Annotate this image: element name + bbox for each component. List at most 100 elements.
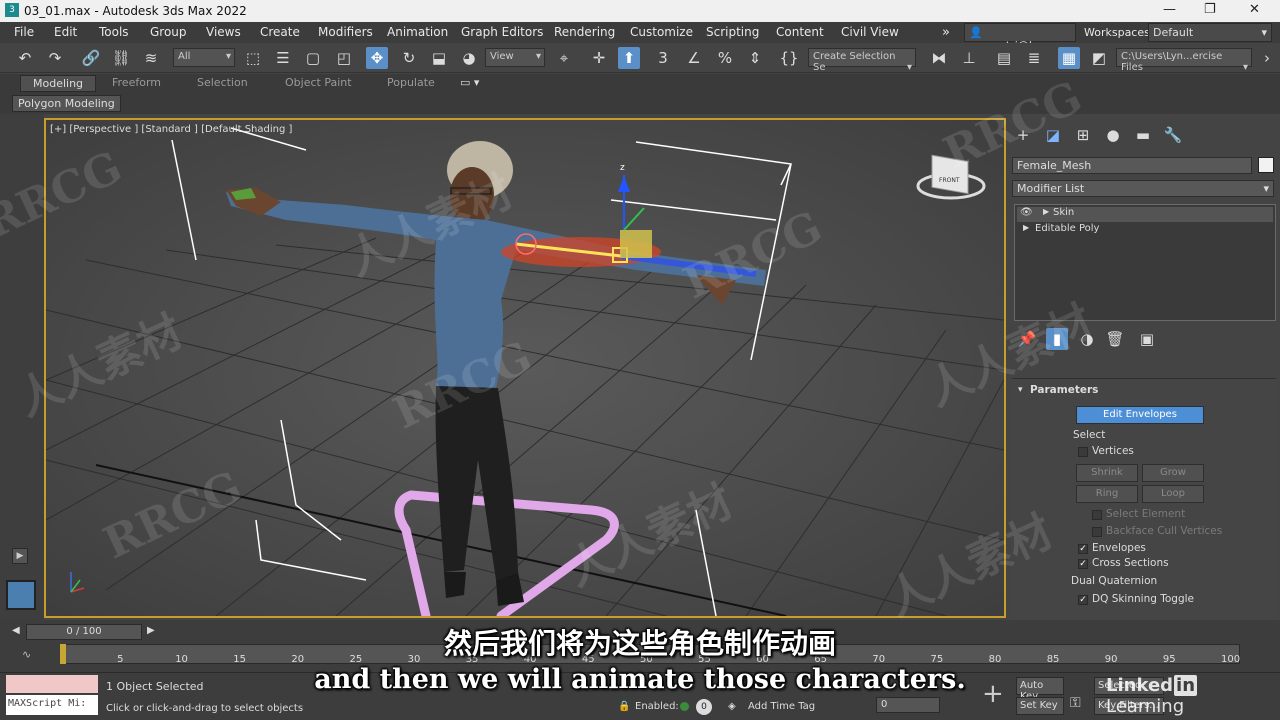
menu-group[interactable]: Group xyxy=(150,25,187,39)
configure-sets-icon[interactable]: ▣ xyxy=(1136,328,1158,350)
menu-modifiers[interactable]: Modifiers xyxy=(318,25,373,39)
menu-graph-editors[interactable]: Graph Editors xyxy=(461,25,543,39)
named-selection-dropdown[interactable]: Create Selection Se ▾ xyxy=(808,48,916,73)
time-tag-icon: ◈ xyxy=(728,701,736,712)
selection-filter-dropdown[interactable]: All ▾ xyxy=(173,48,235,67)
tab-object-paint[interactable]: Object Paint xyxy=(285,76,352,89)
absolute-mode-icon[interactable]: 0 xyxy=(696,699,712,715)
expand-arrow-icon[interactable]: ▶ xyxy=(1023,223,1029,232)
set-key-button[interactable]: Set Key xyxy=(1016,697,1064,715)
keyboard-shortcut-override-icon[interactable]: ⬆ xyxy=(618,47,640,69)
tab-populate[interactable]: Populate xyxy=(387,76,435,89)
menu-scripting[interactable]: Scripting xyxy=(706,25,759,39)
envelopes-checkbox[interactable]: ✓ xyxy=(1078,544,1088,554)
shrink-button[interactable]: Shrink xyxy=(1076,464,1138,482)
toolbar-overflow-icon[interactable]: › xyxy=(1256,47,1278,69)
menu-create[interactable]: Create xyxy=(260,25,300,39)
remove-modifier-icon[interactable]: 🗑 xyxy=(1104,328,1126,350)
spinner-snap-icon[interactable]: ⇕ xyxy=(744,47,766,69)
menu-customize[interactable]: Customize xyxy=(630,25,693,39)
vertices-checkbox[interactable] xyxy=(1078,447,1088,457)
project-folder-dropdown[interactable]: C:\Users\Lyn...ercise Files ▾ xyxy=(1116,48,1252,73)
eye-icon[interactable]: 👁 xyxy=(1020,207,1033,218)
select-element-checkbox[interactable] xyxy=(1092,510,1102,520)
select-manipulate-icon[interactable]: ✛ xyxy=(588,47,610,69)
object-name-field[interactable]: Female_Mesh xyxy=(1012,157,1252,174)
utilities-panel-icon[interactable]: 🔧 xyxy=(1162,124,1184,146)
tab-modeling[interactable]: Modeling xyxy=(20,75,97,92)
menu-file[interactable]: File xyxy=(14,25,34,39)
percent-snap-icon[interactable]: % xyxy=(714,47,736,69)
expand-arrow-icon[interactable]: ▶ xyxy=(1043,207,1049,216)
snaps-toggle-icon[interactable]: 3 xyxy=(652,47,674,69)
tab-freeform[interactable]: Freeform xyxy=(112,76,161,89)
backface-checkbox[interactable] xyxy=(1092,527,1102,537)
link-icon[interactable]: 🔗 xyxy=(80,47,102,69)
menu-rendering[interactable]: Rendering xyxy=(554,25,615,39)
add-time-tag-label[interactable]: Add Time Tag xyxy=(748,701,815,712)
viewport-label[interactable]: [+] [Perspective ] [Standard ] [Default … xyxy=(50,124,292,135)
workspace-value: Default xyxy=(1153,26,1194,39)
object-color-swatch[interactable] xyxy=(1258,157,1274,173)
scene-explorer-icon[interactable]: ▤ xyxy=(993,47,1015,69)
align-icon[interactable]: ⊥ xyxy=(958,47,980,69)
modifier-list-dropdown[interactable]: Modifier List ▾ xyxy=(1012,180,1274,197)
pivot-center-icon[interactable]: ⌖ xyxy=(553,47,575,69)
rollout-title[interactable]: Parameters xyxy=(1030,384,1098,396)
cross-sections-checkbox[interactable]: ✓ xyxy=(1078,559,1088,569)
ribbon-options-icon[interactable]: ▭ ▾ xyxy=(460,76,479,89)
viewport-layout-icon[interactable] xyxy=(6,580,36,610)
window-crossing-icon[interactable]: ◰ xyxy=(333,47,355,69)
reference-coord-dropdown[interactable]: View ▾ xyxy=(485,48,545,67)
close-button[interactable]: ✕ xyxy=(1249,2,1260,17)
grow-button[interactable]: Grow xyxy=(1142,464,1204,482)
rect-selection-icon[interactable]: ▢ xyxy=(302,47,324,69)
dq-skinning-checkbox[interactable]: ✓ xyxy=(1078,595,1088,605)
stack-item-editable-poly[interactable]: ▶ Editable Poly xyxy=(1017,223,1273,238)
menu-civil-view[interactable]: Civil View xyxy=(841,25,899,39)
menu-edit[interactable]: Edit xyxy=(54,25,77,39)
unlink-icon[interactable]: ⛓ xyxy=(110,47,132,69)
ring-button[interactable]: Ring xyxy=(1076,485,1138,503)
user-account-dropdown[interactable]: 👤 gmaestri@lyn... xyxy=(964,23,1076,52)
hierarchy-panel-icon[interactable]: ⊞ xyxy=(1072,124,1094,146)
select-object-icon[interactable]: ⬚ xyxy=(242,47,264,69)
motion-panel-icon[interactable]: ● xyxy=(1102,124,1124,146)
time-config-spinner[interactable]: 0 xyxy=(876,697,940,713)
menu-tools[interactable]: Tools xyxy=(99,25,129,39)
maximize-button[interactable]: ❐ xyxy=(1204,2,1216,17)
redo-icon[interactable]: ↷ xyxy=(44,47,66,69)
menu-views[interactable]: Views xyxy=(206,25,241,39)
menu-content[interactable]: Content xyxy=(776,25,824,39)
enabled-indicator[interactable] xyxy=(680,702,689,711)
angle-snap-icon[interactable]: ∠ xyxy=(683,47,705,69)
menu-animation[interactable]: Animation xyxy=(387,25,448,39)
edit-named-selection-icon[interactable]: {} xyxy=(778,47,800,69)
stack-item-skin[interactable]: 👁 ▶ Skin xyxy=(1017,207,1273,222)
loop-button[interactable]: Loop xyxy=(1142,485,1204,503)
mirror-icon[interactable]: ⧓ xyxy=(928,47,950,69)
workspace-dropdown[interactable]: Default ▾ xyxy=(1148,23,1272,42)
display-panel-icon[interactable]: ▬ xyxy=(1132,124,1154,146)
menu-overflow-icon[interactable]: » xyxy=(942,25,950,40)
expand-icon[interactable]: ▶ xyxy=(12,548,28,564)
minimize-button[interactable]: — xyxy=(1163,2,1176,17)
maxscript-mini-input[interactable]: MAXScript Mi: xyxy=(6,695,98,715)
edit-envelopes-button[interactable]: Edit Envelopes xyxy=(1076,406,1204,424)
bind-spacewarp-icon[interactable]: ≋ xyxy=(140,47,162,69)
scale-icon[interactable]: ⬓ xyxy=(428,47,450,69)
undo-icon[interactable]: ↶ xyxy=(14,47,36,69)
user-icon: 👤 xyxy=(969,26,983,39)
tab-selection[interactable]: Selection xyxy=(197,76,248,89)
ribbon-toggle-icon[interactable]: ▦ xyxy=(1058,47,1080,69)
isolate-icon[interactable]: 🔒 xyxy=(618,701,630,712)
polygon-modeling-panel[interactable]: Polygon Modeling xyxy=(12,95,121,112)
select-by-name-icon[interactable]: ☰ xyxy=(272,47,294,69)
collapse-arrow-icon[interactable]: ▾ xyxy=(1018,385,1023,395)
material-editor-icon[interactable]: ◩ xyxy=(1088,47,1110,69)
layer-explorer-icon[interactable]: ≣ xyxy=(1023,47,1045,69)
place-icon[interactable]: ◕ xyxy=(458,47,480,69)
move-icon[interactable]: ✥ xyxy=(366,47,388,69)
rotate-icon[interactable]: ↻ xyxy=(398,47,420,69)
key-filter-icon[interactable]: ⚿ xyxy=(1070,695,1081,711)
